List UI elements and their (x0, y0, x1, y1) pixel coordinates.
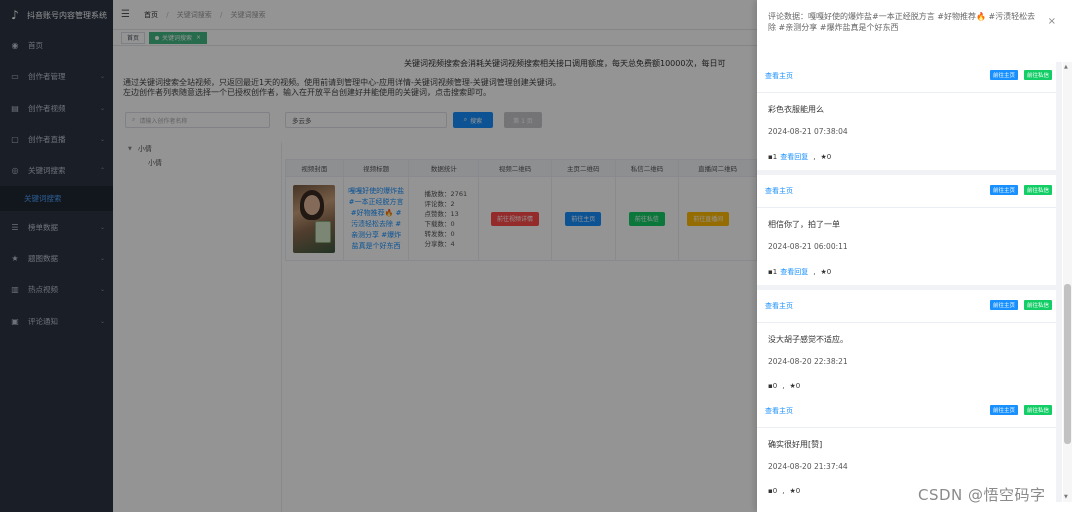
scroll-up-icon[interactable]: ▲ (1064, 64, 1068, 70)
goto-message-tag[interactable]: 前往私信 (1024, 70, 1053, 80)
reply-count: 0 (772, 382, 778, 390)
comment-content: 确实很好用[赞] (768, 440, 823, 449)
comma-separator: , (782, 487, 785, 495)
comment-meta: ▪ 0 , ★0 (768, 487, 800, 495)
comma-separator: , (813, 153, 816, 161)
comment-card-header: 查看主页 前往主页 前往私信 (757, 175, 1056, 208)
goto-home-tag[interactable]: 前往主页 (990, 405, 1019, 415)
reply-count: 1 (772, 268, 778, 276)
view-home-link[interactable]: 查看主页 (765, 186, 793, 196)
comment-card: 查看主页 前往主页 前往私信 相信你了，拍了一单 2024-08-21 06:0… (757, 175, 1056, 285)
close-icon[interactable]: × (1048, 16, 1056, 27)
drawer-title: 评论数据：嘎嘎好使的爆炸盐#一本正经脱方言 #好物推荐🔥 #污渍轻松去除 #亲测… (768, 12, 1036, 32)
comment-meta: ▪ 1 查看回复, ★0 (768, 267, 831, 277)
comment-time: 2024-08-20 21:37:44 (768, 462, 848, 471)
goto-home-tag[interactable]: 前往主页 (990, 70, 1019, 80)
view-replies-link[interactable]: 查看回复 (780, 152, 808, 162)
goto-home-tag[interactable]: 前往主页 (990, 185, 1019, 195)
star-count: ★0 (789, 382, 801, 390)
comma-separator: , (813, 268, 816, 276)
scrollbar-thumb[interactable] (1064, 284, 1071, 444)
comment-meta: ▪ 1 查看回复, ★0 (768, 152, 831, 162)
view-home-link[interactable]: 查看主页 (765, 301, 793, 311)
star-count: ★0 (820, 153, 832, 161)
comment-card-header: 查看主页 前往主页 前往私信 (757, 62, 1056, 93)
comment-card-header: 查看主页 前往主页 前往私信 (757, 395, 1056, 428)
comment-list: 查看主页 前往主页 前往私信 彩色衣服能用么 2024-08-21 07:38:… (757, 62, 1062, 502)
comment-time: 2024-08-21 06:00:11 (768, 242, 848, 251)
comment-content: 彩色衣服能用么 (768, 105, 824, 114)
comment-card: 查看主页 前往主页 前往私信 没大胡子感觉不适应。 2024-08-20 22:… (757, 290, 1056, 400)
reply-count: 1 (772, 153, 778, 161)
comment-meta: ▪ 0 , ★0 (768, 382, 800, 390)
comment-card-header: 查看主页 前往主页 前往私信 (757, 290, 1056, 323)
view-replies-link[interactable]: 查看回复 (780, 267, 808, 277)
goto-message-tag[interactable]: 前往私信 (1024, 300, 1053, 310)
comment-time: 2024-08-20 22:38:21 (768, 357, 848, 366)
modal-overlay[interactable] (0, 0, 758, 512)
goto-home-tag[interactable]: 前往主页 (990, 300, 1019, 310)
comment-card: 查看主页 前往主页 前往私信 彩色衣服能用么 2024-08-21 07:38:… (757, 62, 1056, 170)
comments-drawer: 评论数据：嘎嘎好使的爆炸盐#一本正经脱方言 #好物推荐🔥 #污渍轻松去除 #亲测… (757, 0, 1080, 512)
view-home-link[interactable]: 查看主页 (765, 71, 793, 81)
comment-content: 相信你了，拍了一单 (768, 220, 840, 229)
comment-time: 2024-08-21 07:38:04 (768, 127, 848, 136)
comma-separator: , (782, 382, 785, 390)
comment-content: 没大胡子感觉不适应。 (768, 335, 848, 344)
reply-count: 0 (772, 487, 778, 495)
goto-message-tag[interactable]: 前往私信 (1024, 405, 1053, 415)
view-home-link[interactable]: 查看主页 (765, 406, 793, 416)
scroll-down-icon[interactable]: ▼ (1064, 494, 1068, 500)
watermark: CSDN @悟空码字 (918, 486, 1046, 504)
star-count: ★0 (820, 268, 832, 276)
star-count: ★0 (789, 487, 801, 495)
goto-message-tag[interactable]: 前往私信 (1024, 185, 1053, 195)
scrollbar[interactable]: ▲ ▼ (1063, 62, 1072, 502)
